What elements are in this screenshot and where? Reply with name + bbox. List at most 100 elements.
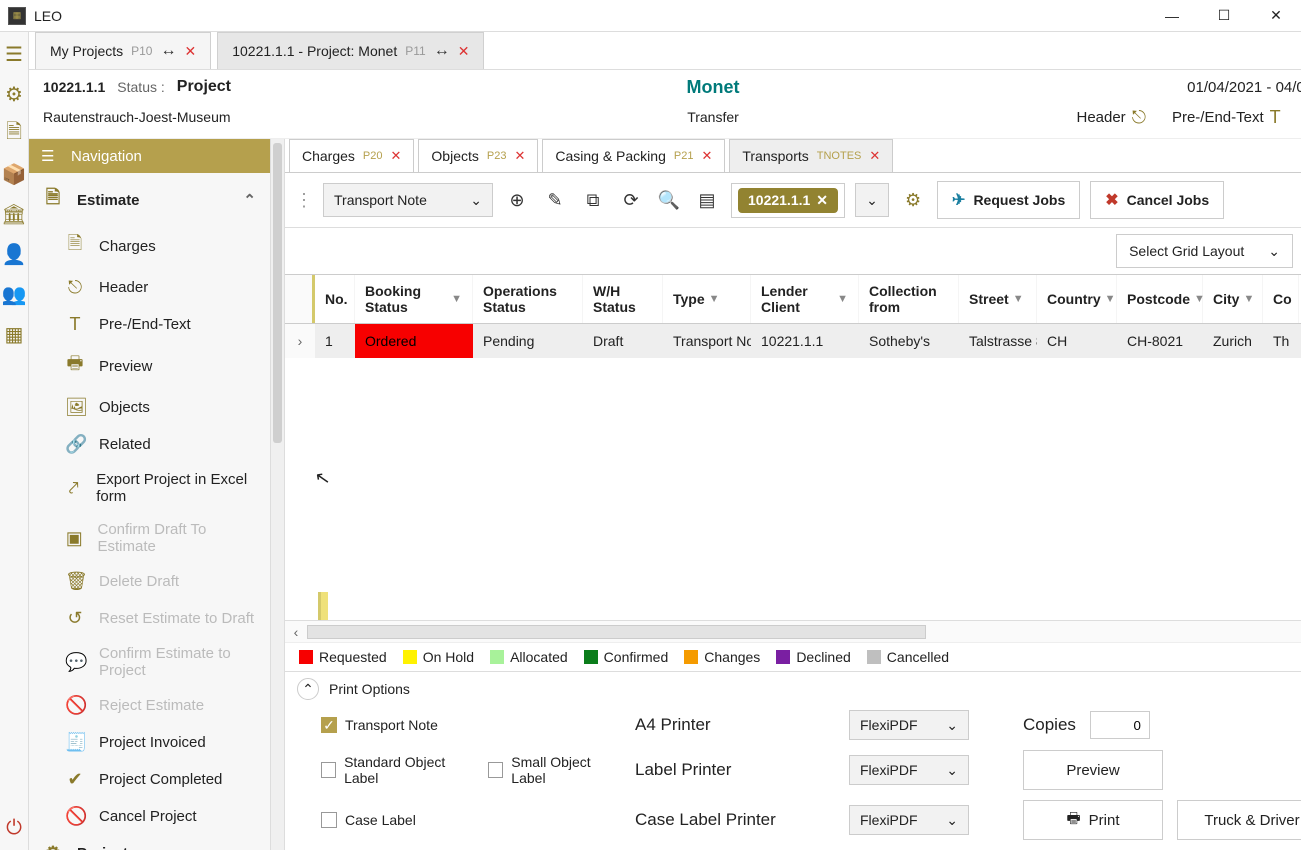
cancel-jobs-button[interactable]: ✖ Cancel Jobs xyxy=(1090,181,1224,219)
col-collection-from[interactable]: Collection from xyxy=(859,275,959,323)
col-lender-client[interactable]: Lender Client▼ xyxy=(751,275,859,323)
filter-tag-box[interactable]: 10221.1.1 ✕ xyxy=(731,183,845,218)
nav-header[interactable]: ⎋Header xyxy=(29,269,270,306)
truck-driver-button[interactable]: Truck & Driver Details xyxy=(1177,800,1301,840)
chk-small-object-label[interactable]: Small Object Label xyxy=(488,754,621,786)
copies-input[interactable] xyxy=(1090,711,1150,739)
add-button[interactable]: ⊕ xyxy=(503,186,531,214)
filter-icon[interactable]: ▼ xyxy=(1105,293,1116,305)
close-window-button[interactable]: ✕ xyxy=(1259,4,1293,28)
collapse-button[interactable]: ⌃ xyxy=(297,678,319,700)
type-select[interactable]: Transport Note ⌄ xyxy=(323,183,493,217)
col-city[interactable]: City▼ xyxy=(1203,275,1263,323)
checkbox-icon[interactable] xyxy=(321,762,336,778)
nav-export-excel[interactable]: ⤤Export Project in Excel form xyxy=(29,463,270,513)
nav-objects[interactable]: 🖼Objects xyxy=(29,389,270,426)
settings-button[interactable]: ⚙ xyxy=(899,186,927,214)
close-icon[interactable]: ✕ xyxy=(184,43,196,60)
nav-project-invoiced[interactable]: 🧾Project Invoiced xyxy=(29,724,270,761)
tab-project-monet[interactable]: 10221.1.1 - Project: Monet P11 ↔ ✕ xyxy=(217,32,484,69)
checkbox-icon[interactable] xyxy=(321,812,337,828)
checkbox-icon[interactable] xyxy=(488,762,503,778)
chk-transport-note[interactable]: ✓ Transport Note xyxy=(321,717,621,733)
undock-icon[interactable]: ↔ xyxy=(160,42,176,60)
col-booking-status[interactable]: Booking Status▼ xyxy=(355,275,473,323)
filter-icon[interactable]: ▼ xyxy=(451,293,462,305)
btn-label: Cancel Jobs xyxy=(1127,192,1209,208)
users-icon[interactable]: 👥 xyxy=(0,280,28,308)
col-wh-status[interactable]: W/H Status xyxy=(583,275,663,323)
col-country[interactable]: Country▼ xyxy=(1037,275,1117,323)
minimize-button[interactable]: — xyxy=(1155,4,1189,28)
intab-casing-packing[interactable]: Casing & Packing P21 ✕ xyxy=(542,139,725,172)
nav-label: Confirm Draft To Estimate xyxy=(97,521,256,555)
close-icon[interactable]: ✕ xyxy=(391,148,402,164)
grid-icon[interactable]: ▦ xyxy=(0,320,28,348)
copy-button[interactable]: ⧉ xyxy=(579,186,607,214)
hamburger-icon[interactable]: ☰ xyxy=(41,147,59,165)
scrollbar-thumb[interactable] xyxy=(273,143,282,443)
filter-icon[interactable]: ▼ xyxy=(1243,293,1254,305)
nav-preview[interactable]: 🖶Preview xyxy=(29,343,270,389)
grid-layout-select[interactable]: Select Grid Layout ⌄ xyxy=(1116,234,1293,268)
undock-icon[interactable]: ↔ xyxy=(434,42,450,60)
label-printer-select[interactable]: FlexiPDF⌄ xyxy=(849,755,969,785)
case-printer-select[interactable]: FlexiPDF⌄ xyxy=(849,805,969,835)
sidebar-scrollbar[interactable] xyxy=(270,139,284,850)
section-estimate[interactable]: 🗎 Estimate ⌃ xyxy=(29,177,270,223)
col-operations-status[interactable]: Operations Status xyxy=(473,275,583,323)
horizontal-scrollbar[interactable]: ‹ › xyxy=(285,620,1301,642)
list-button[interactable]: ▤ xyxy=(693,186,721,214)
scrollbar-thumb[interactable] xyxy=(307,625,926,639)
nav-project-completed[interactable]: ✔Project Completed xyxy=(29,761,270,798)
table-row[interactable]: › 1 Ordered Pending Draft Transport Note… xyxy=(285,324,1301,358)
drag-handle-icon[interactable]: ⋮ xyxy=(295,190,313,211)
col-postcode[interactable]: Postcode▼ xyxy=(1117,275,1203,323)
remove-tag-icon[interactable]: ✕ xyxy=(816,192,828,209)
nav-pre-end-text[interactable]: TPre-/End-Text xyxy=(29,306,270,343)
close-icon[interactable]: ✕ xyxy=(869,148,880,164)
nav-cancel-project[interactable]: 🚫Cancel Project xyxy=(29,798,270,835)
filter-icon[interactable]: ▼ xyxy=(1013,293,1024,305)
chk-case-label[interactable]: Case Label xyxy=(321,812,621,828)
intab-charges[interactable]: Charges P20 ✕ xyxy=(289,139,414,172)
col-street[interactable]: Street▼ xyxy=(959,275,1037,323)
edit-button[interactable]: ✎ xyxy=(541,186,569,214)
expand-row-button[interactable]: › xyxy=(285,324,315,358)
filter-dropdown[interactable]: ⌄ xyxy=(855,183,889,217)
maximize-button[interactable]: ☐ xyxy=(1207,4,1241,28)
tab-my-projects[interactable]: My Projects P10 ↔ ✕ xyxy=(35,32,211,69)
pre-end-text-button[interactable]: Pre-/End-Text T xyxy=(1172,107,1281,128)
menu-icon[interactable]: ☰ xyxy=(0,40,28,68)
building-icon[interactable]: 🏛 xyxy=(0,200,28,228)
intab-objects[interactable]: Objects P23 ✕ xyxy=(418,139,538,172)
power-icon[interactable]: ⏻ xyxy=(0,814,28,842)
search-button[interactable]: 🔍 xyxy=(655,186,683,214)
preview-button[interactable]: Preview xyxy=(1023,750,1163,790)
package-icon[interactable]: 📦 xyxy=(0,160,28,188)
header-btn-label: Header xyxy=(1076,109,1125,126)
nav-charges[interactable]: 🗎Charges xyxy=(29,223,270,269)
filter-icon[interactable]: ▼ xyxy=(709,293,720,305)
request-jobs-button[interactable]: ✈ Request Jobs xyxy=(937,181,1080,219)
user-icon[interactable]: 👤 xyxy=(0,240,28,268)
refresh-button[interactable]: ⟳ xyxy=(617,186,645,214)
checkbox-icon[interactable]: ✓ xyxy=(321,717,337,733)
intab-transports[interactable]: Transports TNOTES ✕ xyxy=(729,139,893,172)
document-icon[interactable]: 🗎 xyxy=(0,120,28,148)
chk-standard-object-label[interactable]: Standard Object Label xyxy=(321,754,474,786)
a4-printer-select[interactable]: FlexiPDF⌄ xyxy=(849,710,969,740)
col-type[interactable]: Type▼ xyxy=(663,275,751,323)
filter-icon[interactable]: ▼ xyxy=(837,293,848,305)
close-icon[interactable]: ✕ xyxy=(458,43,470,60)
col-no[interactable]: No. xyxy=(315,275,355,323)
header-button[interactable]: Header ⎋ xyxy=(1076,107,1145,128)
close-icon[interactable]: ✕ xyxy=(514,148,525,164)
col-co[interactable]: Co xyxy=(1263,275,1299,323)
scroll-left-icon[interactable]: ‹ xyxy=(285,624,307,640)
gear-icon[interactable]: ⚙ xyxy=(0,80,28,108)
close-icon[interactable]: ✕ xyxy=(701,148,712,164)
nav-related[interactable]: 🔗Related xyxy=(29,426,270,463)
section-project[interactable]: ⚙ Project ⌄ xyxy=(29,835,270,850)
print-button[interactable]: 🖶Print xyxy=(1023,800,1163,840)
